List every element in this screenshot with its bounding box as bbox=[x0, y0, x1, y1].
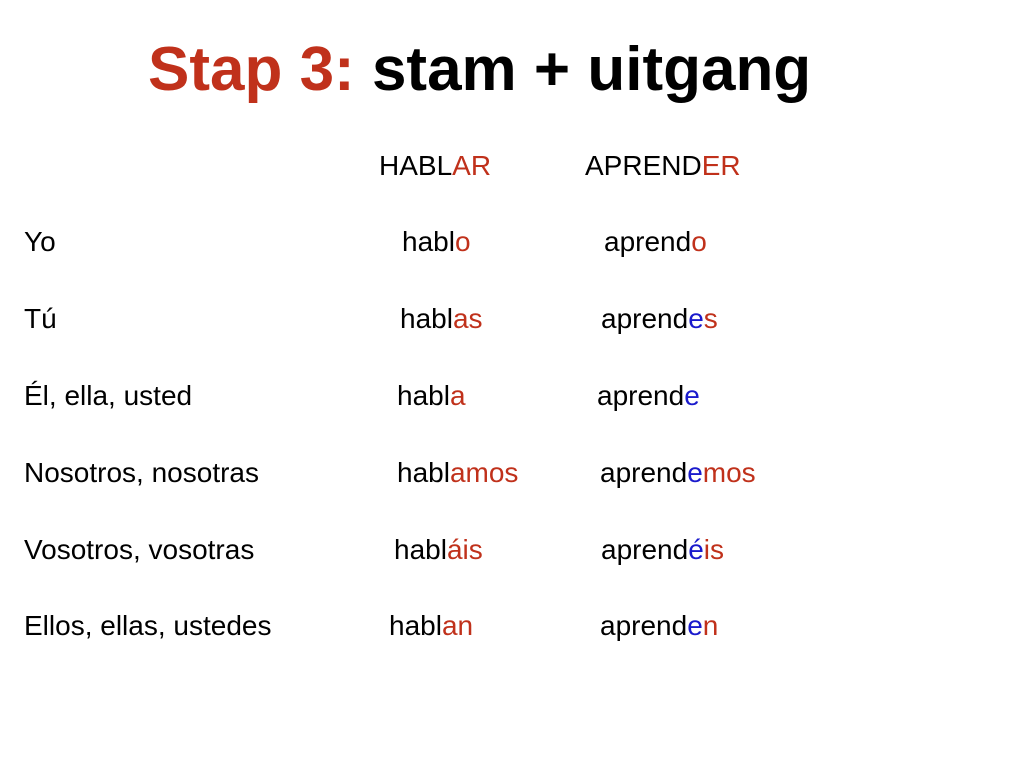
verb-stem: aprend bbox=[600, 610, 688, 641]
verb-ending: áis bbox=[446, 534, 483, 565]
verb-ending: o bbox=[454, 226, 471, 257]
verb-stem-vowel: e bbox=[687, 610, 703, 641]
pronoun-label: Él, ella, usted bbox=[24, 380, 193, 411]
verb-ending: mos bbox=[702, 457, 756, 488]
verb-ending: n bbox=[702, 610, 719, 641]
verb-stem: habl bbox=[389, 610, 442, 641]
header-hablar: HABLAR bbox=[379, 148, 491, 184]
header-aprender-ending: ER bbox=[701, 150, 741, 181]
pronoun-label: Ellos, ellas, ustedes bbox=[24, 610, 272, 641]
hablar-form: hablamos bbox=[397, 455, 518, 491]
header-aprender: APRENDER bbox=[585, 148, 741, 184]
verb-stem: aprend bbox=[600, 457, 688, 488]
aprender-form: aprende bbox=[597, 378, 700, 414]
verb-ending: s bbox=[703, 303, 718, 334]
aprender-form: aprendes bbox=[601, 301, 718, 337]
verb-stem: aprend bbox=[604, 226, 692, 257]
hablar-form: habla bbox=[397, 378, 466, 414]
hablar-form: hablan bbox=[389, 608, 473, 644]
verb-stem: habl bbox=[397, 380, 450, 411]
verb-ending: as bbox=[452, 303, 483, 334]
verb-stem: aprend bbox=[597, 380, 685, 411]
verb-ending: is bbox=[703, 534, 724, 565]
verb-stem: aprend bbox=[601, 534, 689, 565]
verb-ending: a bbox=[449, 380, 466, 411]
verb-stem-vowel: e bbox=[684, 380, 700, 411]
header-hablar-ending: AR bbox=[452, 150, 492, 181]
slide-title: Stap 3: stam + uitgang bbox=[148, 30, 811, 110]
verb-stem: habl bbox=[400, 303, 453, 334]
verb-stem: habl bbox=[394, 534, 447, 565]
hablar-form: habláis bbox=[394, 532, 483, 568]
verb-ending: o bbox=[691, 226, 707, 257]
header-hablar-stem: HABL bbox=[379, 150, 453, 181]
header-aprender-stem: APREND bbox=[585, 150, 702, 181]
title-text: stam + uitgang bbox=[354, 35, 812, 104]
aprender-form: aprendo bbox=[604, 224, 707, 260]
title-step-label: Stap 3: bbox=[148, 35, 355, 104]
verb-stem: habl bbox=[402, 226, 455, 257]
pronoun-label: Tú bbox=[24, 303, 57, 334]
hablar-form: hablo bbox=[402, 224, 471, 260]
verb-stem-vowel: e bbox=[688, 303, 704, 334]
aprender-form: aprendéis bbox=[601, 532, 724, 568]
verb-ending: amos bbox=[449, 457, 519, 488]
verb-ending: an bbox=[441, 610, 474, 641]
pronoun-label: Nosotros, nosotras bbox=[24, 457, 259, 488]
verb-stem-vowel: e bbox=[687, 457, 703, 488]
pronoun-label: Yo bbox=[24, 226, 56, 257]
verb-stem: habl bbox=[397, 457, 450, 488]
verb-stem-vowel: é bbox=[688, 534, 704, 565]
pronoun-label: Vosotros, vosotras bbox=[24, 534, 255, 565]
hablar-form: hablas bbox=[400, 301, 483, 337]
aprender-form: aprenden bbox=[600, 608, 718, 644]
verb-stem: aprend bbox=[601, 303, 689, 334]
aprender-form: aprendemos bbox=[600, 455, 756, 491]
